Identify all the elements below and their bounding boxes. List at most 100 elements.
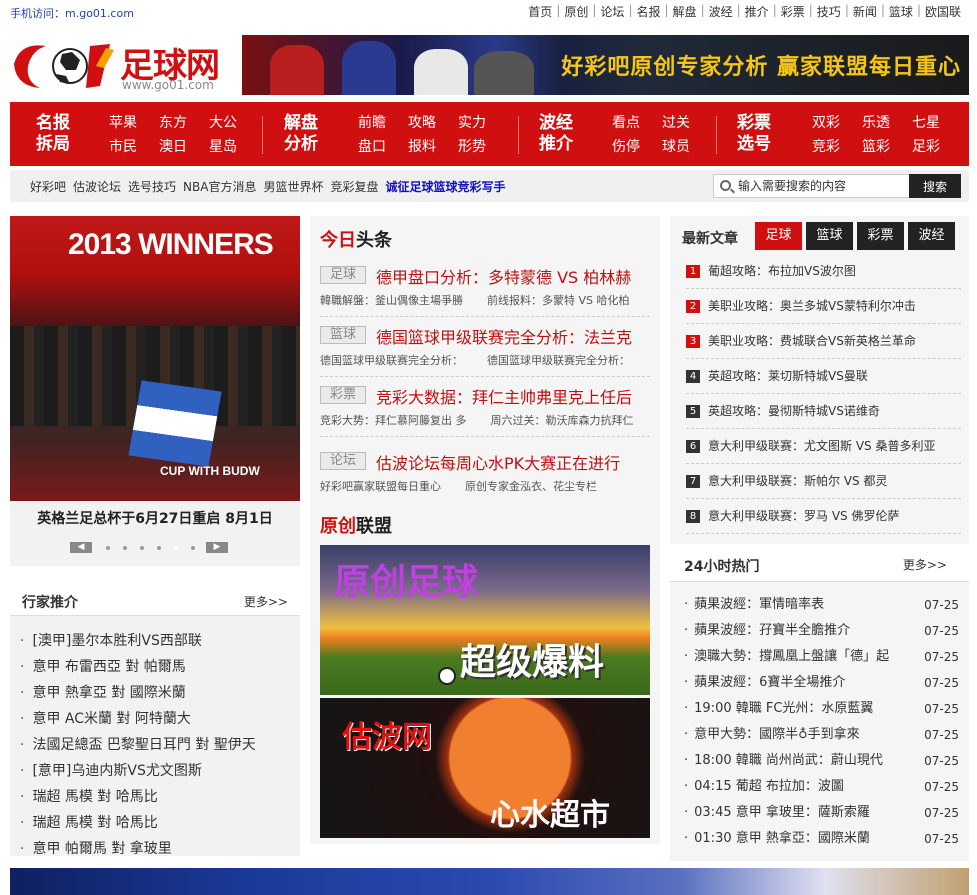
sub-nav-highlight-link[interactable]: 诚征足球篮球竞彩写手 <box>386 178 506 195</box>
article-link[interactable]: 意大利甲级联赛：尤文图斯 VS 桑普多利亚 <box>708 439 935 453</box>
news-sub-link[interactable]: 原创专家金泓衣、花尘专栏 <box>465 480 597 493</box>
tab-lottery[interactable]: 彩票 <box>857 222 904 250</box>
sub-nav-link[interactable]: 估波论坛 <box>73 178 121 195</box>
category-link[interactable]: 双彩 <box>812 114 862 132</box>
list-item[interactable]: [澳甲]墨尔本胜利VS西部联 <box>20 628 295 654</box>
list-item[interactable]: 19:00 韓職 FC光州：水原藍翼 07-25 <box>684 696 964 722</box>
category-head-analysis[interactable]: 解盘分析 <box>281 113 321 155</box>
article-link[interactable]: 意大利甲级联赛：罗马 VS 佛罗伦萨 <box>708 509 899 523</box>
search-button[interactable]: 搜索 <box>909 174 961 198</box>
slide-dot[interactable] <box>157 546 161 550</box>
news-sub-link[interactable]: 竞彩大势：拜仁慕阿籐复出 多 <box>320 414 467 427</box>
news-tag[interactable]: 论坛 <box>320 452 366 470</box>
category-link[interactable]: 过关 <box>662 114 712 132</box>
category-head-lottery[interactable]: 彩票选号 <box>734 113 774 155</box>
list-item[interactable]: 瑞超 馬模 對 哈馬比 <box>20 810 295 836</box>
article-link[interactable]: 意大利甲级联赛：斯帕尔 VS 都灵 <box>708 474 887 488</box>
slide-next-icon[interactable]: ▶ <box>206 542 228 553</box>
list-item[interactable]: 03:45 意甲 拿玻里：薩斯索羅 07-25 <box>684 800 964 826</box>
promo-original-football[interactable]: 原创足球 超级爆料 <box>320 545 650 695</box>
expert-picks-more-link[interactable]: 更多>> <box>244 593 288 610</box>
category-link[interactable]: 苹果 <box>109 114 159 132</box>
top-nav-tips[interactable]: 波经 <box>705 3 737 20</box>
category-link[interactable]: 大公 <box>209 114 259 132</box>
hot-link[interactable]: 蘋果波經：軍情暗率表 <box>694 597 824 612</box>
news-headline[interactable]: 竞彩大数据：拜仁主帅弗里克上任后 <box>376 384 632 408</box>
list-item[interactable]: 7 意大利甲级联赛：斯帕尔 VS 都灵 <box>686 464 961 499</box>
category-link[interactable]: 实力 <box>458 114 508 132</box>
category-link[interactable]: 攻略 <box>408 114 458 132</box>
news-sub-link[interactable]: 前线报料：多蒙特 VS 哈化柏 <box>487 294 630 307</box>
list-item[interactable]: 瑞超 馬模 對 哈馬比 <box>20 784 295 810</box>
category-link[interactable]: 报料 <box>408 138 458 156</box>
list-item[interactable]: 04:15 葡超 布拉加：波圖 07-25 <box>684 774 964 800</box>
slide-dot[interactable] <box>191 546 195 550</box>
list-item[interactable]: [意甲]乌迪内斯VS尤文图斯 <box>20 758 295 784</box>
category-link[interactable]: 七星 <box>912 114 962 132</box>
news-tag[interactable]: 足球 <box>320 266 366 284</box>
top-nav-recommend[interactable]: 推介 <box>741 3 773 20</box>
list-item[interactable]: 6 意大利甲级联赛：尤文图斯 VS 桑普多利亚 <box>686 429 961 464</box>
article-link[interactable]: 美职业攻略：奥兰多城VS蒙特利尔冲击 <box>708 299 916 313</box>
category-link[interactable]: 看点 <box>612 114 662 132</box>
article-link[interactable]: 英超攻略：莱切斯特城VS曼联 <box>708 369 868 383</box>
news-tag[interactable]: 篮球 <box>320 326 366 344</box>
list-item[interactable]: 1 葡超攻略：布拉加VS波尔图 <box>686 254 961 289</box>
top-nav-lottery[interactable]: 彩票 <box>777 3 809 20</box>
category-link[interactable]: 前瞻 <box>358 114 408 132</box>
category-link[interactable]: 市民 <box>109 138 159 156</box>
list-item[interactable]: 意甲 熱拿亞 對 國際米蘭 <box>20 680 295 706</box>
hot-link[interactable]: 03:45 意甲 拿玻里：薩斯索羅 <box>694 805 870 820</box>
list-item[interactable]: 意甲大勢：國際半♁手到拿來 07-25 <box>684 722 964 748</box>
list-item[interactable]: 意甲 AC米蘭 對 阿特蘭大 <box>20 706 295 732</box>
hot-link[interactable]: 04:15 葡超 布拉加：波圖 <box>694 779 844 794</box>
slide-image[interactable]: 2013 WINNERS CUP WITH BUDW <box>10 216 300 501</box>
article-link[interactable]: 美职业攻略：费城联合VS新英格兰革命 <box>708 334 916 348</box>
category-head-tips[interactable]: 波经推介 <box>536 113 576 155</box>
list-item[interactable]: 8 意大利甲级联赛：罗马 VS 佛罗伦萨 <box>686 499 961 534</box>
bottom-banner[interactable] <box>10 868 969 895</box>
list-item[interactable]: 5 英超攻略：曼彻斯特城VS诺维奇 <box>686 394 961 429</box>
list-item[interactable]: 蘋果波經：孖寶半全膽推介 07-25 <box>684 618 964 644</box>
hot-link[interactable]: 澳職大勢：撐鳳凰上盤讓「德」起 <box>694 649 889 664</box>
category-link[interactable]: 澳日 <box>159 138 209 156</box>
article-link[interactable]: 英超攻略：曼彻斯特城VS诺维奇 <box>708 404 880 418</box>
sub-nav-link[interactable]: 选号技巧 <box>128 178 176 195</box>
list-item[interactable]: 法國足總盃 巴黎聖日耳門 對 聖伊天 <box>20 732 295 758</box>
list-item[interactable]: 3 美职业攻略：费城联合VS新英格兰革命 <box>686 324 961 359</box>
top-nav-original[interactable]: 原创 <box>560 3 592 20</box>
slide-dot[interactable] <box>140 546 144 550</box>
news-headline[interactable]: 估波论坛每周心水PK大赛正在进行 <box>376 450 620 474</box>
tab-basketball[interactable]: 篮球 <box>806 222 853 250</box>
news-tag[interactable]: 彩票 <box>320 386 366 404</box>
hot-link[interactable]: 意甲大勢：國際半♁手到拿來 <box>694 727 860 742</box>
list-item[interactable]: 蘋果波經：6寶半全場推介 07-25 <box>684 670 964 696</box>
article-link[interactable]: 葡超攻略：布拉加VS波尔图 <box>708 264 856 278</box>
search-input[interactable] <box>738 178 908 194</box>
list-item[interactable]: 意甲 布雷西亞 對 帕爾馬 <box>20 654 295 680</box>
category-link[interactable]: 篮彩 <box>862 138 912 156</box>
category-link[interactable]: 乐透 <box>862 114 912 132</box>
category-head-newspapers[interactable]: 名报拆局 <box>33 113 73 155</box>
category-link[interactable]: 伤停 <box>612 138 662 156</box>
slide-dot-active[interactable] <box>174 546 178 550</box>
tab-football[interactable]: 足球 <box>755 222 802 250</box>
list-item[interactable]: 澳職大勢：撐鳳凰上盤讓「德」起 07-25 <box>684 644 964 670</box>
top-nav-forum[interactable]: 论坛 <box>596 3 628 20</box>
category-link[interactable]: 盘口 <box>358 138 408 156</box>
category-link[interactable]: 足彩 <box>912 138 962 156</box>
category-link[interactable]: 球员 <box>662 138 712 156</box>
hot-link[interactable]: 01:30 意甲 熱拿亞：國際米蘭 <box>694 831 870 846</box>
hot-link[interactable]: 蘋果波經：6寶半全場推介 <box>694 675 845 690</box>
top-nav-basketball[interactable]: 篮球 <box>885 3 917 20</box>
category-link[interactable]: 东方 <box>159 114 209 132</box>
list-item[interactable]: 01:30 意甲 熱拿亞：國際米蘭 07-25 <box>684 826 964 852</box>
sub-nav-link[interactable]: 竞彩复盘 <box>330 178 378 195</box>
news-sub-link[interactable]: 德国篮球甲级联赛完全分析： <box>487 354 630 367</box>
news-sub-link[interactable]: 好彩吧赢家联盟每日重心 <box>320 480 441 493</box>
header-banner[interactable]: 好彩吧原创专家分析 赢家联盟每日重心 <box>242 35 969 95</box>
slide-prev-icon[interactable]: ◀ <box>70 542 92 553</box>
category-link[interactable]: 竞彩 <box>812 138 862 156</box>
category-link[interactable]: 形势 <box>458 138 508 156</box>
slide-dot[interactable] <box>106 546 110 550</box>
